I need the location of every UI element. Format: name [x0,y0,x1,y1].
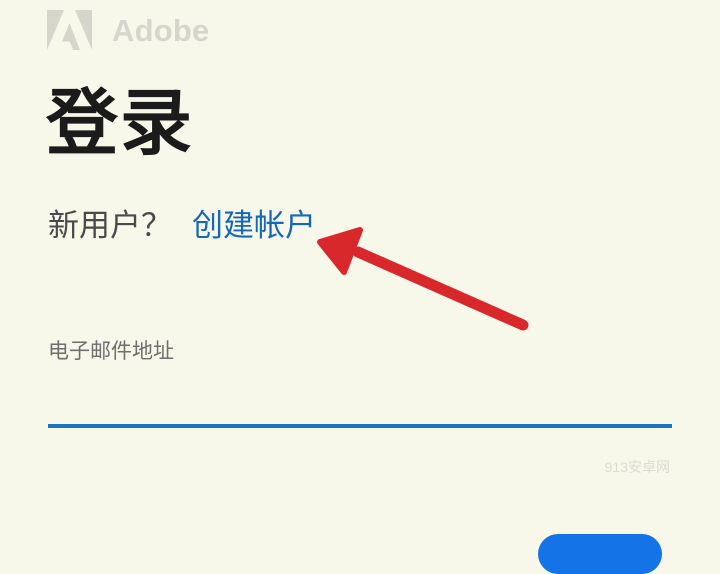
watermark: 913安卓网 [604,459,670,475]
create-account-link[interactable]: 创建帐户 [192,208,316,244]
adobe-logo-icon [47,10,92,50]
email-label: 电子邮件地址 [48,339,174,363]
email-field[interactable] [48,380,672,428]
red-arrow-icon [317,227,529,331]
signup-row: 新用户？ 创建帐户 [48,208,316,245]
page-title: 登录 [46,81,195,165]
adobe-brand: Adobe [47,8,209,52]
brand-name: Adobe [112,12,210,48]
signup-prompt: 新用户？ [48,208,172,244]
continue-button[interactable] [538,534,662,574]
